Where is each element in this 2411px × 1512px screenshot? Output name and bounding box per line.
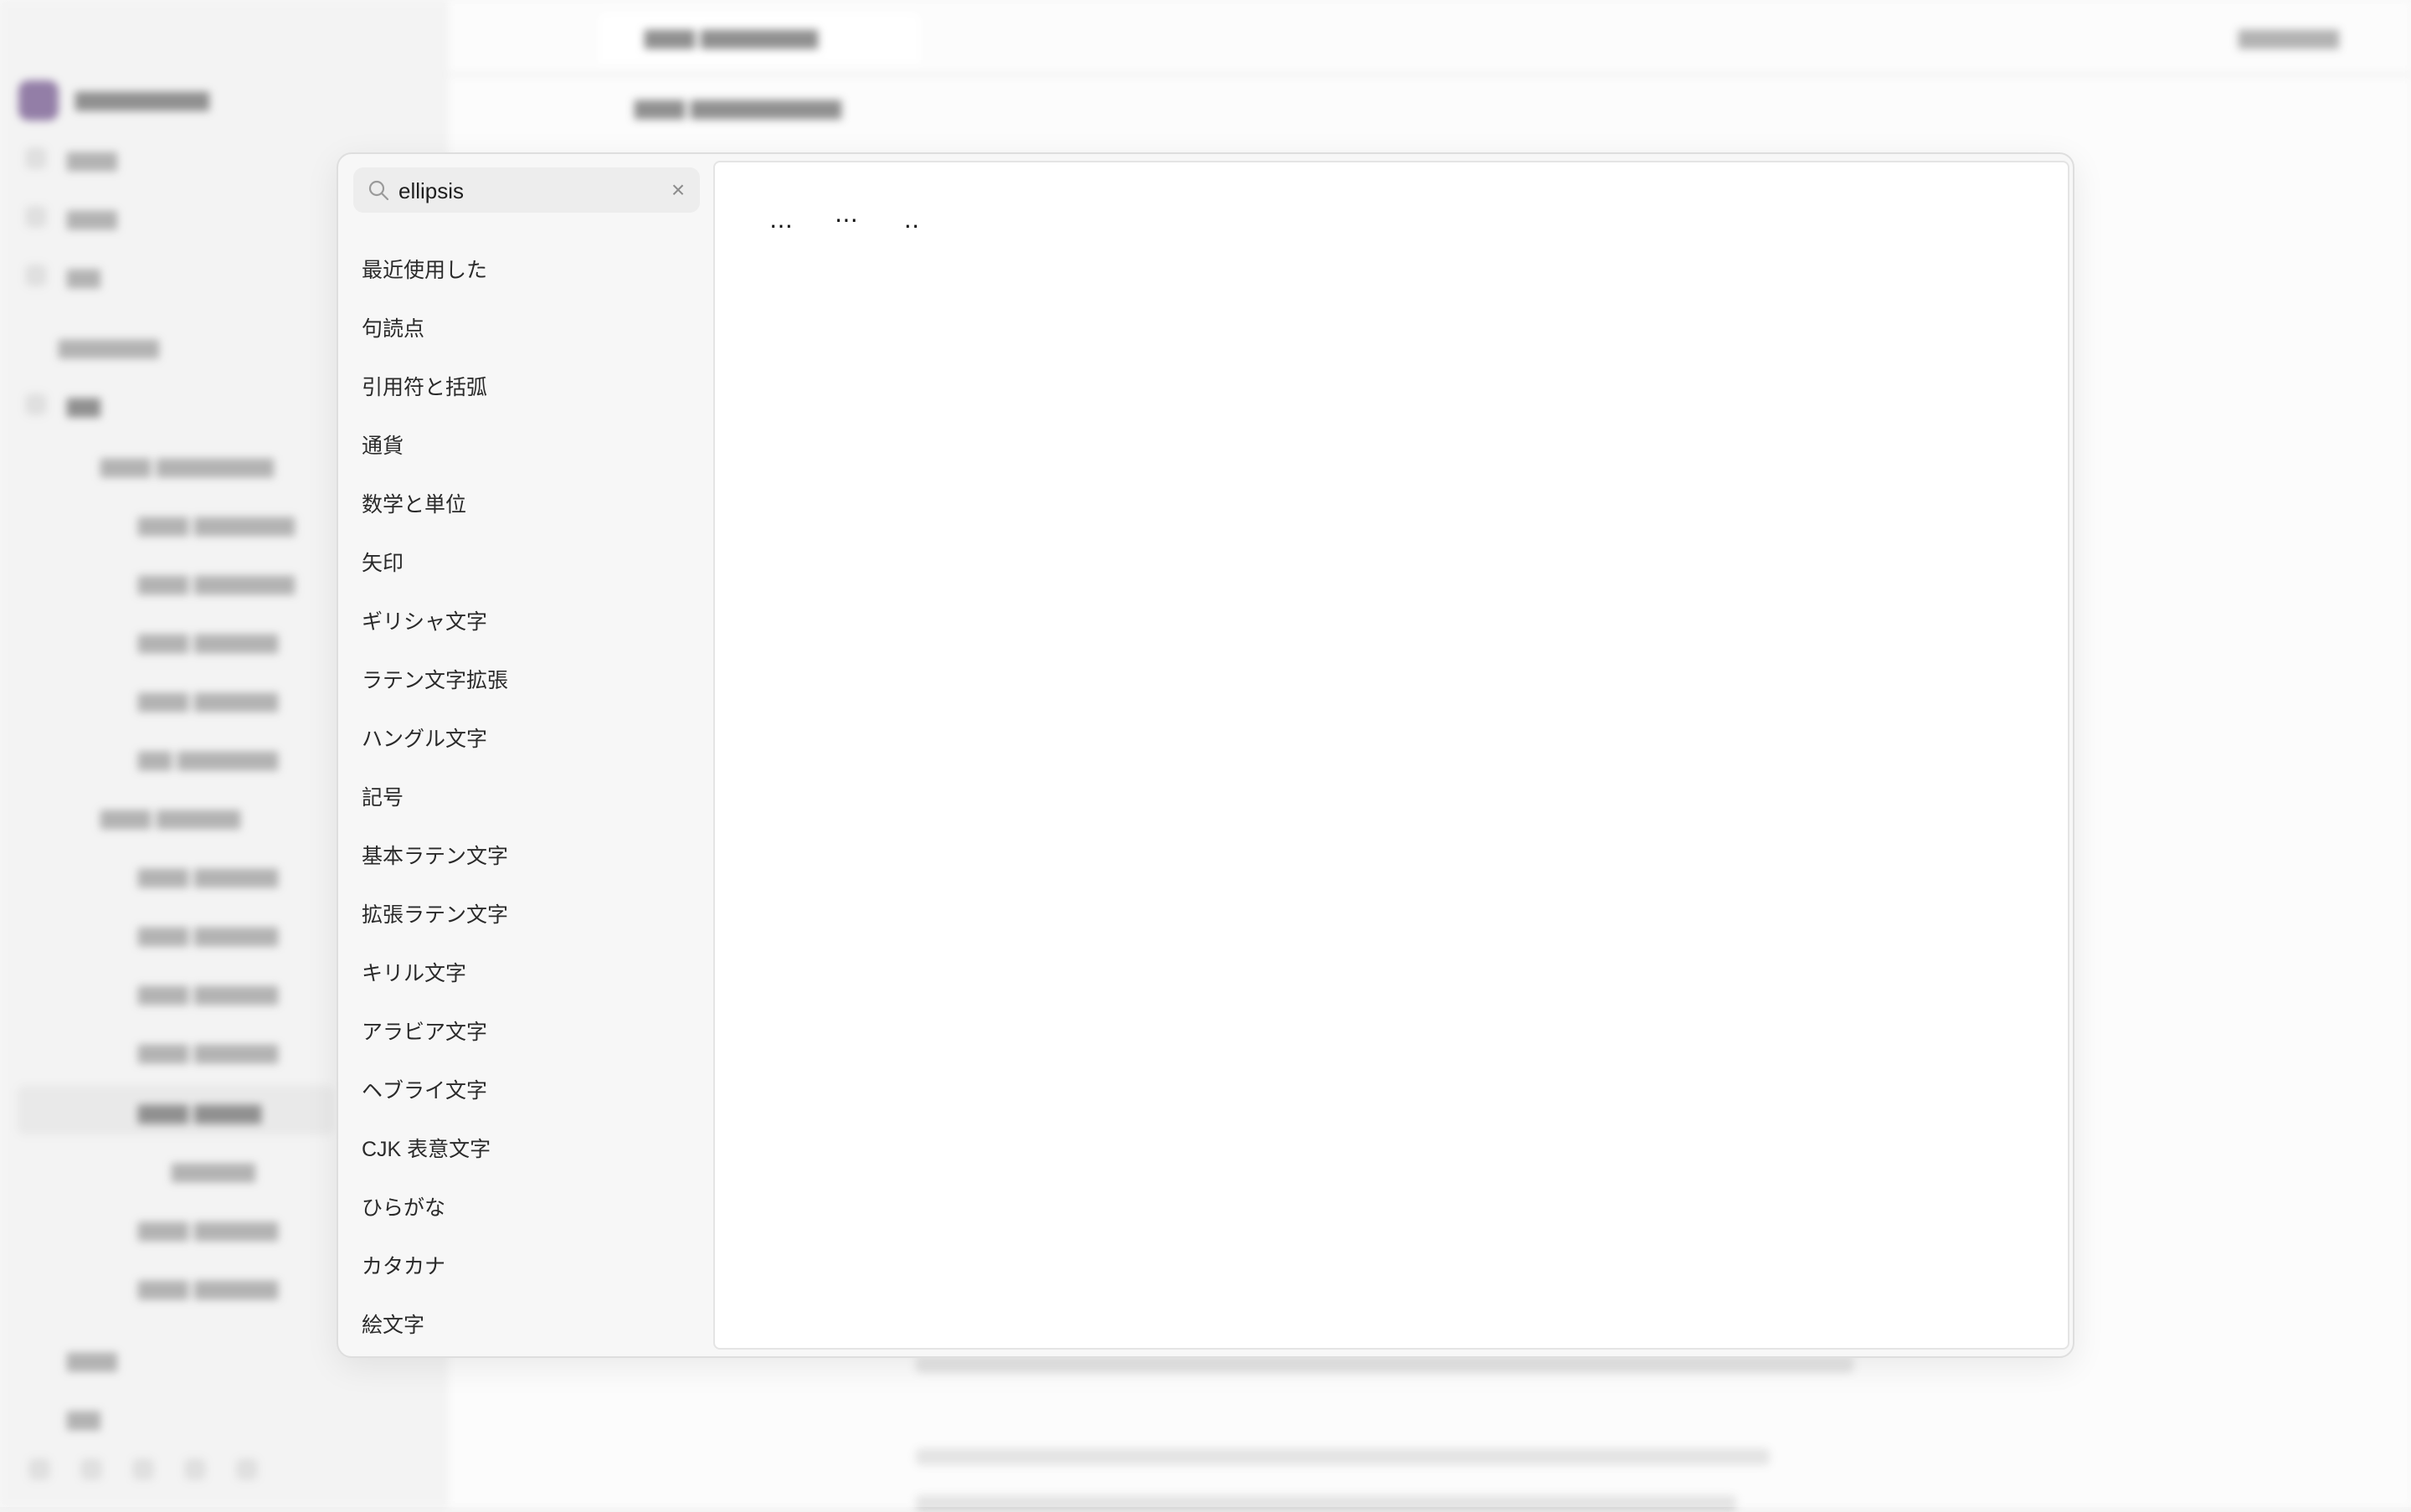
character-picker: × 最近使用した 句読点 引用符と括弧 通貨 数学と単位 矢印 ギリシャ文字 ラ…: [337, 152, 2074, 1358]
category-item[interactable]: ひらがな: [350, 1179, 702, 1237]
character-result[interactable]: ‥: [879, 194, 944, 244]
category-item[interactable]: 数学と単位: [350, 476, 702, 534]
category-item[interactable]: 最近使用した: [350, 241, 702, 300]
search-box: ×: [353, 167, 700, 213]
category-item[interactable]: 絵文字: [350, 1296, 702, 1355]
category-item[interactable]: 記号: [350, 769, 702, 827]
character-results: … ⋯ ‥: [713, 161, 2069, 1350]
category-item[interactable]: 矢印: [350, 534, 702, 593]
category-item[interactable]: ラテン文字拡張: [350, 651, 702, 710]
search-icon: [368, 180, 389, 201]
character-result[interactable]: …: [748, 194, 814, 244]
search-input[interactable]: [397, 172, 651, 209]
category-item[interactable]: 句読点: [350, 300, 702, 358]
character-result[interactable]: ⋯: [814, 194, 879, 244]
category-item[interactable]: ギリシャ文字: [350, 593, 702, 651]
category-item[interactable]: ヘブライ文字: [350, 1062, 702, 1120]
category-item[interactable]: ハングル文字: [350, 710, 702, 769]
category-item[interactable]: アラビア文字: [350, 1003, 702, 1062]
category-item[interactable]: CJK 表意文字: [350, 1120, 702, 1179]
category-item[interactable]: 通貨: [350, 417, 702, 476]
category-item[interactable]: キリル文字: [350, 944, 702, 1003]
category-item[interactable]: 基本ラテン文字: [350, 827, 702, 886]
category-item[interactable]: カタカナ: [350, 1237, 702, 1296]
category-item[interactable]: 引用符と括弧: [350, 358, 702, 417]
close-icon[interactable]: ×: [666, 178, 690, 202]
category-list: 最近使用した 句読点 引用符と括弧 通貨 数学と単位 矢印 ギリシャ文字 ラテン…: [350, 241, 702, 1355]
character-grid: … ⋯ ‥: [748, 194, 944, 244]
category-item[interactable]: 拡張ラテン文字: [350, 886, 702, 944]
